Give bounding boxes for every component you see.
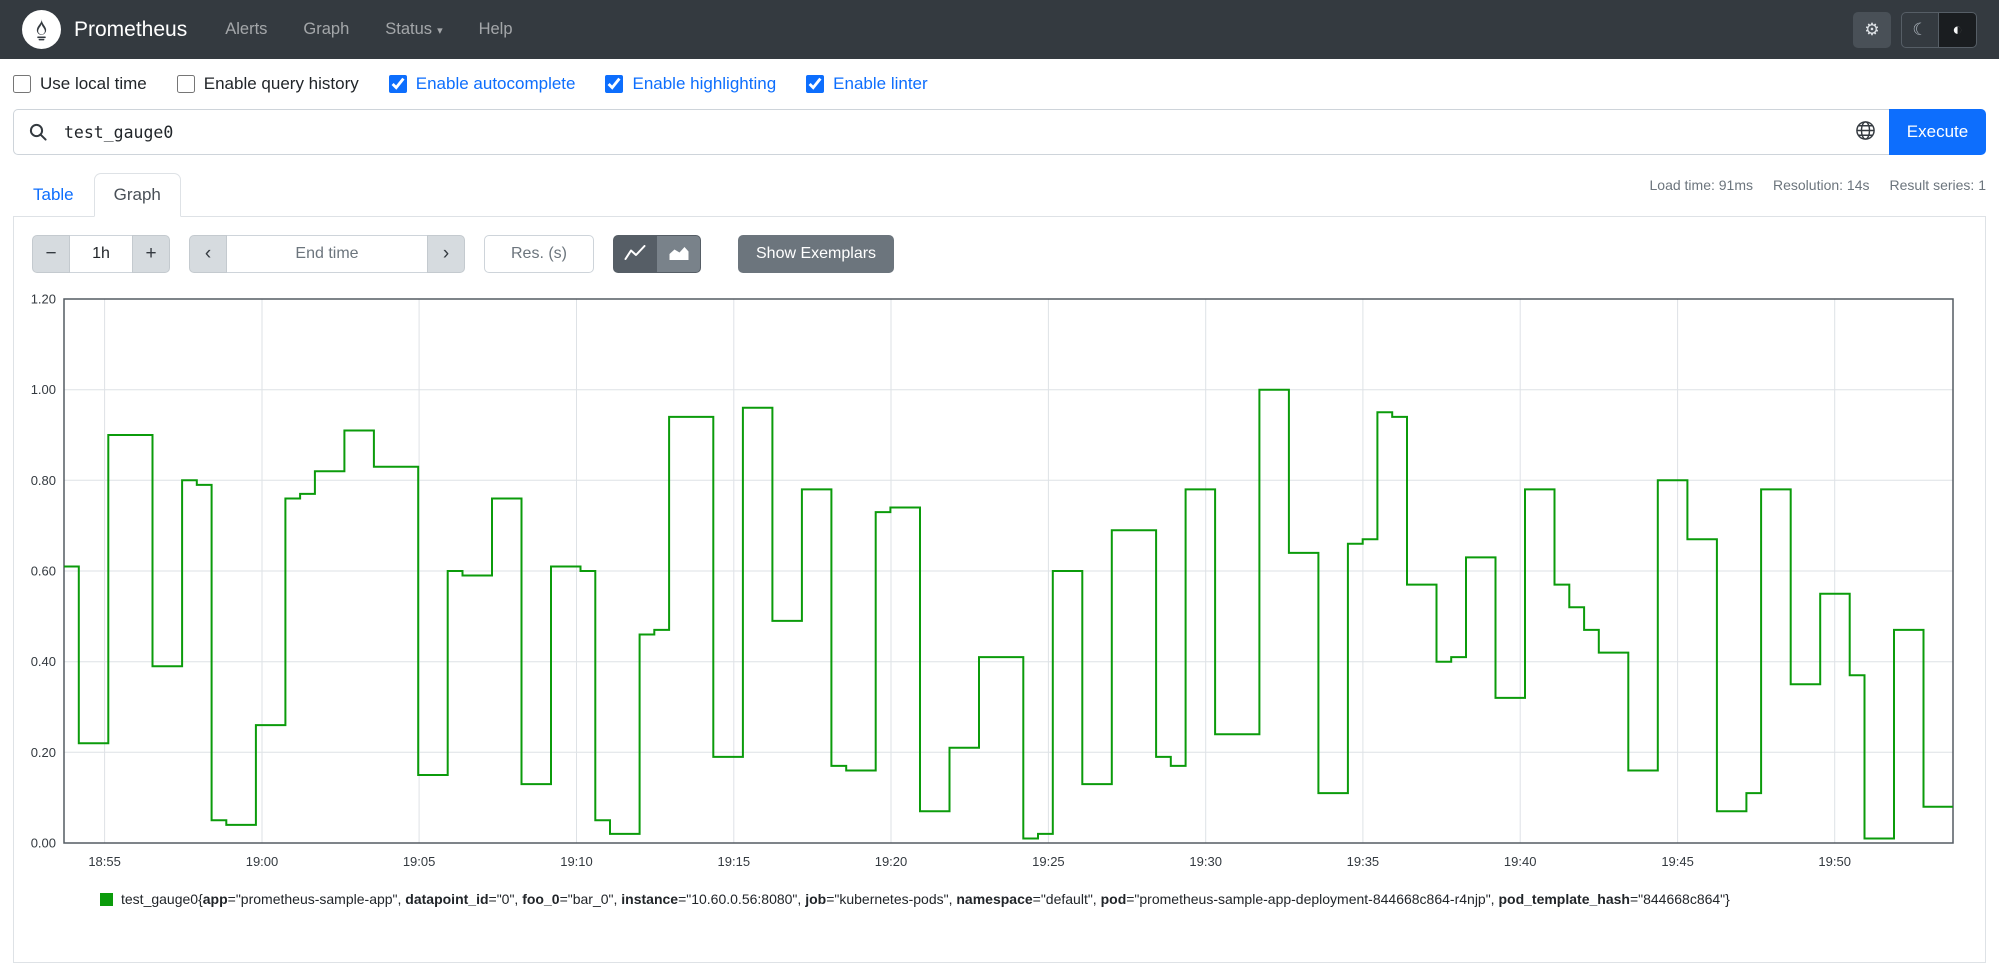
chart[interactable]: 0.00 0.20 0.40 0.60 0.80 1.00 1.20 18:55 19:00 19… — [30, 293, 1969, 877]
tab-graph[interactable]: Graph — [93, 173, 181, 217]
nav-alerts[interactable]: Alerts — [225, 20, 267, 39]
end-time-control-group: ‹ › — [189, 235, 465, 273]
option-label: Enable linter — [833, 74, 928, 93]
chevron-left-icon: ‹ — [204, 243, 212, 264]
brand-title: Prometheus — [74, 17, 188, 41]
series-label-text: test_gauge0{app="prometheus-sample-app",… — [121, 891, 1730, 907]
svg-text:19:30: 19:30 — [1189, 854, 1222, 869]
option-enable-autocomplete[interactable]: Enable autocomplete — [388, 74, 576, 94]
load-time-stat: Load time: 91ms — [1649, 177, 1754, 193]
tab-table[interactable]: Table — [13, 173, 94, 217]
navbar: Prometheus Alerts Graph Status ▾ Help ⚙ ☾… — [0, 0, 1999, 59]
option-checkbox[interactable] — [13, 75, 31, 93]
range-decrease-button[interactable]: − — [32, 235, 70, 273]
plus-icon: + — [145, 243, 157, 264]
svg-text:18:55: 18:55 — [88, 854, 121, 869]
svg-text:19:05: 19:05 — [403, 854, 436, 869]
time-forward-button[interactable]: › — [427, 235, 465, 273]
svg-text:0.40: 0.40 — [31, 654, 56, 669]
svg-text:19:10: 19:10 — [560, 854, 593, 869]
theme-controls: ⚙ ☾ ◐ — [1853, 11, 1977, 48]
option-enable-linter[interactable]: Enable linter — [806, 74, 928, 94]
range-increase-button[interactable]: + — [132, 235, 170, 273]
moon-icon: ☾ — [1912, 19, 1928, 39]
line-chart-toggle[interactable] — [613, 235, 657, 273]
option-label: Enable query history — [203, 74, 359, 93]
tab-bar: Table Graph Load time: 91ms Resolution: … — [13, 173, 1986, 217]
settings-button[interactable]: ⚙ — [1853, 11, 1891, 48]
svg-text:19:15: 19:15 — [718, 854, 751, 869]
chevron-right-icon: › — [442, 243, 450, 264]
theme-auto-icon: ◐ — [1952, 19, 1963, 39]
range-input[interactable] — [70, 235, 132, 273]
minus-icon: − — [45, 243, 57, 264]
resolution-stat: Resolution: 14s — [1773, 177, 1870, 193]
stacked-chart-toggle[interactable] — [657, 235, 701, 273]
time-back-button[interactable]: ‹ — [189, 235, 227, 273]
svg-text:1.00: 1.00 — [31, 382, 56, 397]
svg-text:19:20: 19:20 — [875, 854, 908, 869]
options-row: Use local time Enable query history Enab… — [0, 59, 1999, 107]
svg-text:0.80: 0.80 — [31, 473, 56, 488]
svg-text:0.60: 0.60 — [31, 564, 56, 579]
theme-dark-button[interactable]: ☾ — [1901, 11, 1939, 48]
globe-icon — [1855, 120, 1876, 144]
option-label: Enable autocomplete — [415, 74, 576, 93]
svg-text:19:35: 19:35 — [1347, 854, 1380, 869]
line-chart-icon — [624, 244, 646, 264]
nav-status-dropdown[interactable]: Status ▾ — [385, 20, 442, 39]
execute-button[interactable]: Execute — [1889, 109, 1986, 155]
theme-auto-button[interactable]: ◐ — [1939, 11, 1977, 48]
option-checkbox[interactable] — [806, 75, 825, 93]
svg-text:19:40: 19:40 — [1504, 854, 1537, 869]
end-time-input[interactable] — [227, 235, 427, 273]
legend-item[interactable]: test_gauge0{app="prometheus-sample-app",… — [100, 891, 1969, 907]
option-checkbox[interactable] — [176, 75, 195, 93]
nav-links: Alerts Graph Status ▾ Help — [225, 20, 512, 39]
query-stats: Load time: 91ms Resolution: 14s Result s… — [1650, 177, 1987, 216]
option-checkbox[interactable] — [388, 75, 407, 93]
svg-text:0.20: 0.20 — [31, 745, 56, 760]
option-enable-query-history[interactable]: Enable query history — [176, 74, 359, 94]
gear-icon: ⚙ — [1864, 19, 1880, 39]
prometheus-logo-icon — [22, 10, 61, 49]
svg-text:19:45: 19:45 — [1661, 854, 1694, 869]
graph-controls: − + ‹ › — [32, 235, 1969, 273]
query-bar: Execute — [13, 109, 1986, 155]
series-swatch — [100, 892, 113, 906]
metrics-explorer-button[interactable] — [1841, 110, 1889, 154]
resolution-input[interactable] — [484, 235, 594, 273]
chart-svg[interactable]: 0.00 0.20 0.40 0.60 0.80 1.00 1.20 18:55 19:00 19… — [30, 293, 1969, 877]
svg-text:0.00: 0.00 — [31, 836, 56, 851]
stacked-chart-icon — [668, 245, 690, 264]
nav-graph[interactable]: Graph — [303, 20, 349, 39]
option-use-local-time[interactable]: Use local time — [13, 74, 147, 94]
brand[interactable]: Prometheus — [22, 10, 187, 49]
show-exemplars-button[interactable]: Show Exemplars — [738, 235, 895, 273]
range-control-group: − + — [32, 235, 170, 273]
svg-text:1.20: 1.20 — [31, 293, 56, 307]
result-series-stat: Result series: 1 — [1889, 177, 1986, 193]
option-label: Use local time — [40, 74, 147, 93]
chart-type-toggle-group — [613, 235, 701, 273]
query-input-group — [13, 109, 1889, 155]
query-input[interactable] — [62, 121, 1841, 143]
chevron-down-icon: ▾ — [437, 25, 443, 37]
graph-panel: − + ‹ › — [13, 217, 1986, 963]
svg-text:19:50: 19:50 — [1818, 854, 1851, 869]
svg-text:19:25: 19:25 — [1032, 854, 1065, 869]
search-icon — [14, 122, 62, 142]
tabs: Table Graph — [13, 173, 181, 217]
legend: test_gauge0{app="prometheus-sample-app",… — [100, 891, 1969, 907]
svg-text:19:00: 19:00 — [246, 854, 279, 869]
option-label: Enable highlighting — [632, 74, 777, 93]
nav-help[interactable]: Help — [479, 20, 513, 39]
option-enable-highlighting[interactable]: Enable highlighting — [605, 74, 776, 94]
option-checkbox[interactable] — [605, 75, 624, 93]
